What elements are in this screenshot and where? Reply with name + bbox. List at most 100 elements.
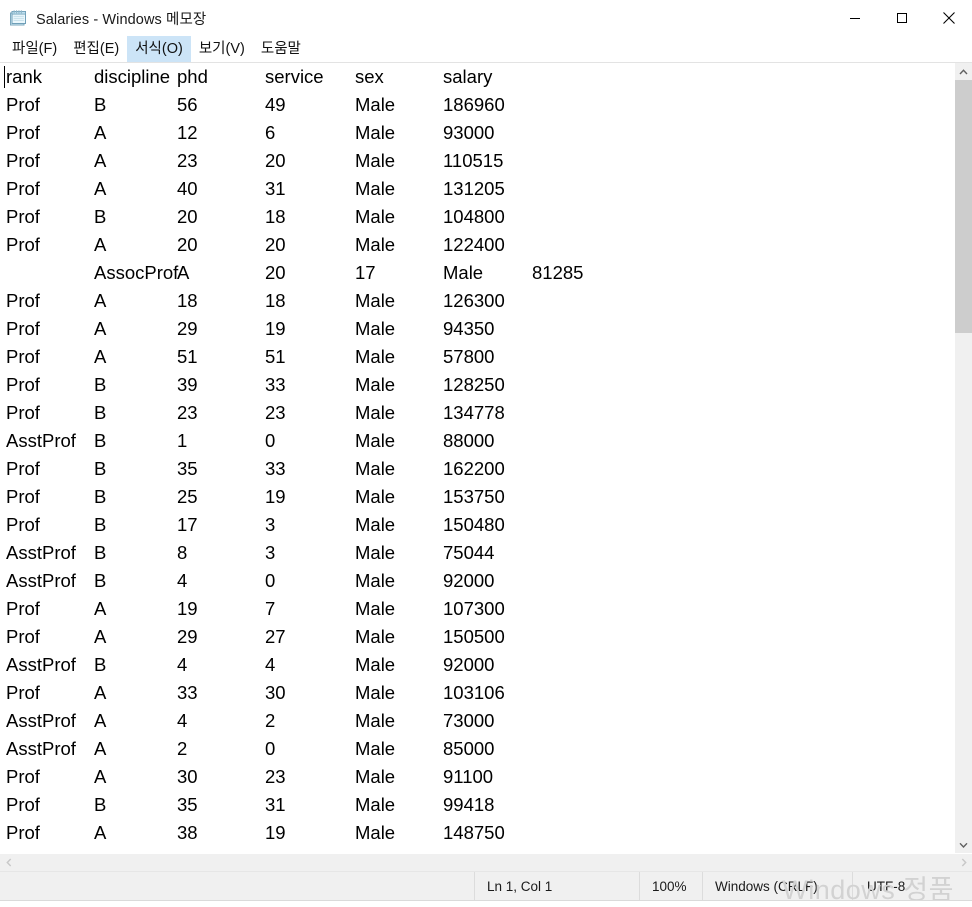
text-cell: 40: [177, 178, 198, 199]
text-line: AsstProf B 1 0 Male 88000: [0, 427, 954, 455]
text-cell: 51: [177, 346, 198, 367]
text-cell: Male: [355, 430, 396, 451]
text-line: Prof A 40 31 Male 131205: [0, 175, 954, 203]
text-cell: Male: [355, 682, 396, 703]
text-cell: Prof: [6, 458, 40, 479]
scroll-down-button[interactable]: [955, 836, 972, 853]
text-cell: 150480: [443, 514, 505, 535]
menu-item-view-label: 보기(V): [198, 40, 245, 57]
text-cell: 186960: [443, 94, 505, 115]
text-cell: salary: [443, 66, 493, 87]
text-cell: Male: [443, 262, 484, 283]
text-cell: Prof: [6, 822, 40, 843]
scroll-up-button[interactable]: [955, 63, 972, 80]
text-cell: Male: [355, 710, 396, 731]
text-cell: 3: [265, 514, 276, 535]
text-cell: 56: [177, 94, 198, 115]
maximize-button[interactable]: [878, 0, 925, 36]
status-zoom-level[interactable]: 100%: [639, 872, 702, 901]
text-cell: Prof: [6, 150, 40, 171]
vertical-scrollbar[interactable]: [954, 63, 972, 853]
menu-item-file-label: 파일(F): [12, 40, 58, 57]
window-title: Salaries - Windows 메모장: [36, 11, 207, 28]
close-button[interactable]: [925, 0, 972, 36]
vertical-scrollbar-thumb[interactable]: [955, 80, 972, 333]
close-icon: [942, 12, 955, 24]
scroll-left-button[interactable]: [0, 854, 17, 871]
title-bar[interactable]: Salaries - Windows 메모장: [0, 0, 972, 36]
text-cell: Prof: [6, 234, 40, 255]
text-cell: 122400: [443, 234, 505, 255]
text-line: Prof A 12 6 Male 93000: [0, 119, 954, 147]
text-cell: 20: [265, 234, 286, 255]
text-cell: 18: [265, 290, 286, 311]
horizontal-scrollbar[interactable]: [0, 853, 972, 871]
text-cell: Male: [355, 542, 396, 563]
menu-item-edit[interactable]: 편집(E): [65, 36, 127, 62]
menu-item-file[interactable]: 파일(F): [4, 36, 65, 62]
text-line: Prof B 25 19 Male 153750: [0, 483, 954, 511]
text-cell: Male: [355, 766, 396, 787]
text-line: Prof B 39 33 Male 128250: [0, 371, 954, 399]
minimize-button[interactable]: [831, 0, 878, 36]
text-line: AsstProf B 4 0 Male 92000: [0, 567, 954, 595]
text-cell: Prof: [6, 94, 40, 115]
text-cell: B: [94, 402, 107, 423]
text-cell: A: [94, 346, 107, 367]
text-editor[interactable]: rank discipline phd service sex salary Prof B 56…: [0, 63, 954, 853]
text-line-header: rank discipline phd service sex salary: [0, 63, 954, 91]
text-cell: AsstProf: [6, 654, 76, 675]
text-cell: 0: [265, 430, 276, 451]
chevron-up-icon: [959, 68, 968, 74]
menu-item-help[interactable]: 도움말: [253, 36, 309, 62]
text-line: Prof A 51 51 Male 57800: [0, 343, 954, 371]
menu-item-format[interactable]: 서식(O): [127, 36, 191, 62]
menu-item-help-label: 도움말: [260, 40, 301, 57]
text-cell: Male: [355, 234, 396, 255]
text-cell: 49: [265, 94, 286, 115]
status-line-ending[interactable]: Windows (CRLF): [702, 872, 852, 901]
text-cell: 29: [177, 626, 198, 647]
text-cell: 20: [265, 262, 286, 283]
text-cell: 20: [177, 234, 198, 255]
status-encoding[interactable]: UTF-8: [852, 872, 972, 901]
text-cell: 3: [265, 542, 276, 563]
text-cell: 18: [177, 290, 198, 311]
text-cell: 25: [177, 486, 198, 507]
text-cell: A: [177, 262, 190, 283]
text-cell: 126300: [443, 290, 505, 311]
text-cell: 131205: [443, 178, 505, 199]
text-cell: 31: [265, 178, 286, 199]
text-cell: Prof: [6, 178, 40, 199]
text-cell: Male: [355, 822, 396, 843]
text-cell: 33: [177, 682, 198, 703]
menu-item-view[interactable]: 보기(V): [191, 36, 253, 62]
text-cell: 0: [265, 570, 276, 591]
text-cell: 128250: [443, 374, 505, 395]
text-cell: B: [94, 374, 107, 395]
scroll-right-button[interactable]: [955, 854, 972, 871]
text-cell: 31: [265, 794, 286, 815]
text-cell: Prof: [6, 514, 40, 535]
text-cell: Male: [355, 486, 396, 507]
text-cell: Male: [355, 794, 396, 815]
minimize-icon: [849, 18, 860, 19]
text-cell: AsstProf: [6, 570, 76, 591]
text-cell: 107300: [443, 598, 505, 619]
text-cell: Male: [355, 94, 396, 115]
status-cursor-position-label: Ln 1, Col 1: [487, 879, 553, 894]
text-cell: 2: [177, 738, 188, 759]
text-cell: Male: [355, 346, 396, 367]
text-cell: 134778: [443, 402, 505, 423]
text-cell: 2: [265, 710, 276, 731]
text-cell: 51: [265, 346, 286, 367]
chevron-left-icon: [5, 858, 11, 867]
text-cell: A: [94, 234, 107, 255]
text-cell: 19: [265, 486, 286, 507]
text-cell: 148750: [443, 822, 505, 843]
text-cell: Prof: [6, 626, 40, 647]
text-line: Prof A 38 19 Male 148750: [0, 819, 954, 847]
text-content[interactable]: rank discipline phd service sex salary Prof B 56…: [0, 63, 954, 847]
status-zoom-level-label: 100%: [652, 879, 687, 894]
text-cell: B: [94, 654, 107, 675]
